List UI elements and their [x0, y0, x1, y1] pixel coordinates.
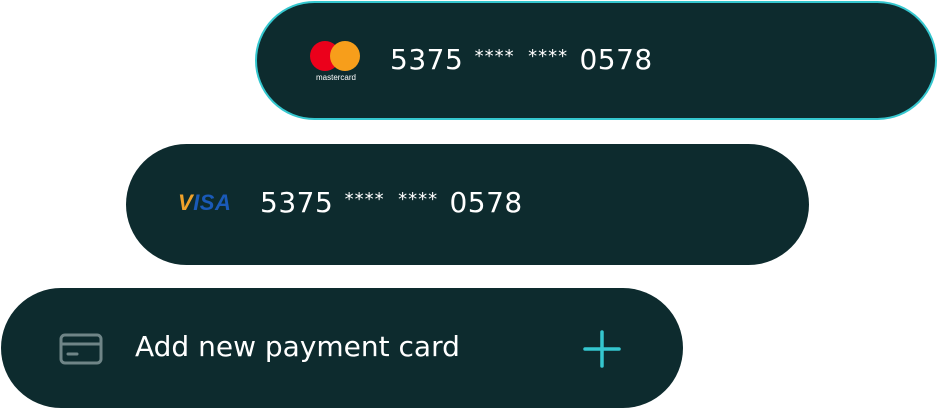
visa-logo-text: VISA: [178, 190, 232, 215]
card-number-mask: ****: [398, 189, 439, 210]
add-payment-card-label: Add new payment card: [135, 330, 460, 363]
payment-card-mastercard[interactable]: mastercard 5375 **** **** 0578: [255, 1, 937, 120]
card-number-mask: ****: [344, 189, 385, 210]
add-payment-card-button[interactable]: Add new payment card: [1, 288, 683, 408]
plus-icon[interactable]: [583, 330, 621, 368]
card-number-first: 5375: [390, 43, 464, 76]
card-number-mask: ****: [528, 46, 569, 67]
card-number: 5375 **** **** 0578: [390, 43, 653, 76]
card-number-last: 0578: [579, 43, 653, 76]
card-number: 5375 **** **** 0578: [260, 186, 523, 219]
card-number-last: 0578: [449, 186, 523, 219]
mastercard-logo-icon: mastercard: [309, 41, 363, 85]
mastercard-logo-text: mastercard: [315, 73, 356, 82]
payment-card-visa[interactable]: VISA 5375 **** **** 0578: [126, 144, 809, 265]
card-number-mask: ****: [474, 46, 515, 67]
credit-card-icon: [59, 333, 103, 365]
visa-logo-icon: VISA: [178, 190, 231, 216]
card-number-first: 5375: [260, 186, 334, 219]
